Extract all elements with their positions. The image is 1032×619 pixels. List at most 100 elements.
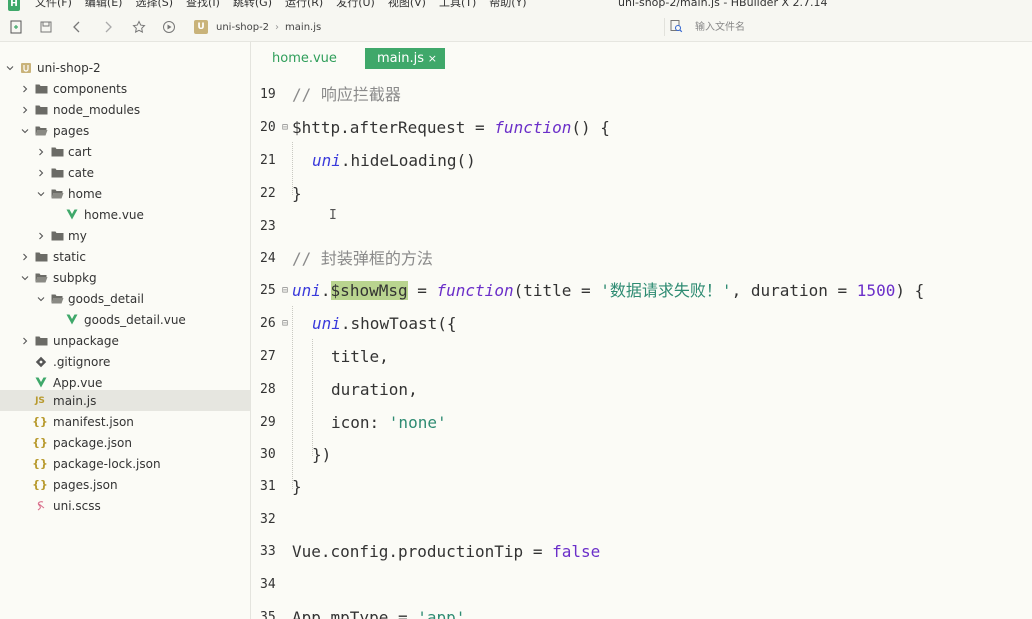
tree-item-cate[interactable]: cate [0,162,250,183]
vue-file-icon [65,208,79,222]
menu-find[interactable]: 查找(I) [186,0,220,10]
tree-item-home-vue[interactable]: home.vue [0,204,250,225]
tree-item-manifest-json[interactable]: {} manifest.json [0,411,250,432]
tree-item-package-json[interactable]: {} package.json [0,432,250,453]
chevron-down-icon[interactable] [36,189,46,199]
line-number: 25 [260,283,276,298]
menu-select[interactable]: 选择(S) [135,0,173,10]
chevron-down-icon[interactable] [20,273,30,283]
code-line: 33 Vue.config.productionTip = false [252,535,1032,568]
tree-item-gitignore[interactable]: .gitignore [0,351,250,372]
breadcrumb-file[interactable]: main.js [285,22,321,33]
chevron-down-icon[interactable] [36,294,46,304]
forward-icon[interactable] [100,19,116,35]
tree-item-goods-detail[interactable]: goods_detail [0,288,250,309]
close-icon[interactable]: × [428,48,437,69]
tree-item-label: subpkg [53,270,97,285]
line-number: 20 [260,120,276,135]
file-search-input[interactable] [695,19,995,35]
breadcrumb-project[interactable]: uni-shop-2 [216,22,269,33]
code-text: // 封装弹框的方法 [292,249,433,268]
code-editor[interactable]: 19 // 响应拦截器 20 ⊟ $http.afterRequest = fu… [252,74,1032,619]
folder-open-icon [34,271,48,285]
toolbar: U uni-shop-2 › main.js [0,12,1032,42]
tree-item-label: .gitignore [53,354,111,369]
chevron-right-icon[interactable] [36,231,46,241]
tree-item-label: static [53,249,86,264]
back-icon[interactable] [69,19,85,35]
chevron-right-icon[interactable] [20,336,30,346]
code-text: // 响应拦截器 [292,85,401,104]
menubar: H 文件(F) 编辑(E) 选择(S) 查找(I) 跳转(G) 运行(R) 发行… [0,0,1032,12]
tree-item-pages-json[interactable]: {} pages.json [0,474,250,495]
save-icon[interactable] [38,19,54,35]
folder-icon [50,145,64,159]
code-text: uni.showToast({ [312,314,457,333]
tree-item-label: home.vue [84,207,144,222]
tree-item-uni-shop-2[interactable]: uni-shop-2 [0,57,250,78]
chevron-down-icon[interactable] [20,126,30,136]
json-file-icon: {} [32,478,48,491]
chevron-right-icon[interactable] [20,105,30,115]
menu-edit[interactable]: 编辑(E) [85,0,123,10]
tree-item-components[interactable]: components [0,78,250,99]
tree-item-unpackage[interactable]: unpackage [0,330,250,351]
tree-item-node-modules[interactable]: node_modules [0,99,250,120]
tab-home-vue[interactable]: home.vue [262,48,347,69]
tree-item-goods-detail-vue[interactable]: goods_detail.vue [0,309,250,330]
tree-item-label: components [53,81,128,96]
code-text: icon: 'none' [331,413,447,432]
menu-publish[interactable]: 发行(U) [336,0,375,10]
chevron-down-icon[interactable] [5,63,15,73]
tree-item-subpkg[interactable]: subpkg [0,267,250,288]
line-number: 29 [260,415,276,430]
tree-item-home[interactable]: home [0,183,250,204]
menu-goto[interactable]: 跳转(G) [233,0,272,10]
code-text: App.mpType = 'app' [292,608,466,619]
menu-help[interactable]: 帮助(Y) [489,0,526,10]
code-line: 22 } [252,177,1032,210]
line-number: 27 [260,349,276,364]
tree-item-label: goods_detail.vue [84,312,186,327]
new-file-icon[interactable] [8,19,24,35]
line-number: 26 [260,316,276,331]
window-title: uni-shop-2/main.js - HBuilder X 2.7.14 [618,0,828,9]
chevron-right-icon[interactable] [20,84,30,94]
star-icon[interactable] [131,19,147,35]
code-text: uni.$showMsg = function(title = '数据请求失败！… [292,281,925,300]
tree-item-uni-scss[interactable]: uni.scss [0,495,250,516]
tree-item-label: node_modules [53,102,141,117]
json-file-icon: {} [32,415,48,428]
code-line: 21 uni.hideLoading() [252,144,1032,177]
tree-item-pages[interactable]: pages [0,120,250,141]
tree-item-label: goods_detail [68,291,144,306]
folder-icon [34,250,48,264]
tree-item-main-js[interactable]: JS main.js [0,390,250,411]
menu-view[interactable]: 视图(V) [388,0,426,10]
tree-item-package-lock-json[interactable]: {} package-lock.json [0,453,250,474]
chevron-right-icon[interactable] [20,252,30,262]
tree-item-my[interactable]: my [0,225,250,246]
tab-main-js[interactable]: main.js × [365,48,445,69]
tab-label: main.js [377,51,424,66]
code-line: 30 }) [252,438,1032,471]
line-number: 32 [260,512,276,527]
menu-file[interactable]: 文件(F) [35,0,72,10]
menu-run[interactable]: 运行(R) [285,0,323,10]
fold-toggle-icon[interactable]: ⊟ [282,111,288,144]
code-line: 31 } [252,470,1032,503]
file-search [664,18,1032,36]
folder-icon [34,334,48,348]
folder-open-icon [50,292,64,306]
run-icon[interactable] [161,19,177,35]
tree-item-static[interactable]: static [0,246,250,267]
fold-toggle-icon[interactable]: ⊟ [282,274,288,307]
project-folder-icon [19,61,33,75]
chevron-right-icon[interactable] [36,147,46,157]
folder-icon [34,82,48,96]
tree-item-cart[interactable]: cart [0,141,250,162]
menu-tools[interactable]: 工具(T) [439,0,476,10]
chevron-right-icon[interactable] [36,168,46,178]
editor-tabs: home.vue main.js × [252,42,1032,74]
fold-toggle-icon[interactable]: ⊟ [282,307,288,340]
